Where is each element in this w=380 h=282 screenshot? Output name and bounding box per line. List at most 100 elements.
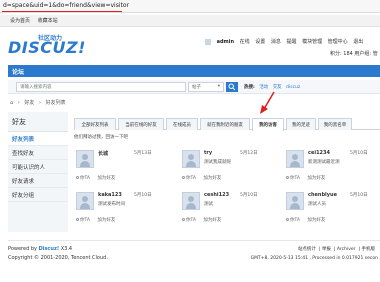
bookmark-link[interactable]: 收藏本站 <box>38 18 58 24</box>
online-status[interactable]: 在线 <box>240 39 250 45</box>
add-friend-button[interactable]: 加为好友 <box>97 176 115 181</box>
visitor-card: 长城 5月13日 你TA 加为好友 <box>74 148 174 184</box>
module-manage-link[interactable]: 模块管理 <box>302 39 322 45</box>
avatar[interactable] <box>286 150 304 168</box>
tab-my-footprints[interactable]: 我的足迹 <box>286 118 316 130</box>
visit-date: 5月10日 <box>240 193 258 198</box>
card-actions: 你TA 加为好友 <box>286 217 331 223</box>
visitor-name[interactable]: chenblyue <box>308 192 337 198</box>
main-content: 全部好友列表 当前在线的好友 在线成员 就在我附近的朋友 我的访客 我的足迹 我… <box>70 112 380 232</box>
visitor-note: 测试人员 <box>308 202 326 207</box>
avatar[interactable] <box>205 38 211 45</box>
avatar[interactable] <box>76 192 94 210</box>
sidebar: 好友 好友列表 查找好友 可能认识的人 好友请求 好友分组 <box>8 112 68 232</box>
tab-all-friends[interactable]: 全部好友列表 <box>74 118 116 130</box>
nav-item-forum[interactable]: 论坛 <box>12 67 24 76</box>
product-link[interactable]: Discuz! <box>39 246 60 252</box>
poke-button[interactable]: 你TA <box>76 176 90 181</box>
breadcrumb-separator: › <box>38 100 41 106</box>
sidebar-item-friend-requests[interactable]: 好友请求 <box>8 174 68 188</box>
sidebar-item-friend-groups[interactable]: 好友分组 <box>8 188 68 202</box>
visitor-note: 测试发布时间 <box>98 202 125 207</box>
site-logo[interactable]: DISCUZ! 社区动力 <box>8 32 108 57</box>
credits-link[interactable]: 积分: 184 <box>330 51 353 57</box>
add-friend-button[interactable]: 加为好友 <box>203 218 221 223</box>
avatar[interactable] <box>182 150 200 168</box>
tab-online-members[interactable]: 在线成员 <box>166 118 198 130</box>
messages-link[interactable]: 消息 <box>271 39 281 45</box>
avatar[interactable] <box>76 150 94 168</box>
visitor-card: try 5月12日 测试我成就呢 你TA 加为好友 <box>180 148 280 184</box>
search-bar: 帖子 ▾ 热搜: 活动 交友 discuz <box>8 80 380 94</box>
tab-nearby-friends[interactable]: 就在我附近的朋友 <box>200 118 250 130</box>
add-friend-button[interactable]: 加为好友 <box>203 176 221 181</box>
footer-link-report[interactable]: 举报 <box>322 247 331 252</box>
settings-link[interactable]: 设置 <box>255 39 265 45</box>
search-input[interactable] <box>16 82 186 92</box>
card-actions: 你TA 加为好友 <box>76 217 121 223</box>
visit-date: 5月13日 <box>134 151 152 156</box>
footer-link-mobile[interactable]: 手机版 <box>362 247 376 252</box>
url-text: d=space&uid=1&do=friend&view=visitor <box>3 2 129 9</box>
add-friend-button[interactable]: 加为好友 <box>307 176 325 181</box>
footer-left: Powered by Discuz! X3.4 Copyright © 2001… <box>8 245 108 263</box>
poke-button[interactable]: 你TA <box>182 218 196 223</box>
poke-button[interactable]: 你TA <box>286 218 300 223</box>
hot-term-link[interactable]: discuz <box>286 85 300 90</box>
visitor-name[interactable]: try <box>204 150 212 156</box>
visit-date: 5月10日 <box>350 193 368 198</box>
sidebar-item-friend-list[interactable]: 好友列表 <box>8 132 68 146</box>
visitor-name[interactable]: cei1234 <box>308 150 330 156</box>
tab-my-blacklist[interactable]: 我的黑名单 <box>318 118 352 130</box>
user-toolbar: admin 在线 设置 消息 提醒 模块管理 管理中心 退出 <box>205 38 380 45</box>
username-link[interactable]: admin <box>217 39 234 45</box>
poke-button[interactable]: 你TA <box>76 218 90 223</box>
visitor-card: cei1234 5月10日 新测测试最近测 你TA 加为好友 <box>284 148 380 184</box>
footer-divider <box>8 240 380 241</box>
breadcrumb-item-friend-list[interactable]: 好友列表 <box>46 100 66 106</box>
gmt-info: GMT+8, 2020-5-13 15:41 , Processed in 0.… <box>250 256 378 261</box>
visitors-subtitle: 他们拜访过我，回访一下吧 <box>74 135 128 140</box>
visitor-note: 测试我成就呢 <box>204 160 231 165</box>
admin-center-link[interactable]: 管理中心 <box>328 39 348 45</box>
visit-date: 5月12日 <box>240 151 258 156</box>
avatar[interactable] <box>286 192 304 210</box>
search-type-select[interactable]: 帖子 ▾ <box>188 82 224 92</box>
footer-right: 站点统计 | 举报 | Archiver | 手机版 GMT+8, 2020-5-13… <box>250 245 378 263</box>
tab-my-visitors[interactable]: 我的访客 <box>252 118 284 131</box>
notifications-link[interactable]: 提醒 <box>286 39 296 45</box>
add-friend-button[interactable]: 加为好友 <box>97 218 115 223</box>
visitor-note: 新测测试最近测 <box>308 160 340 165</box>
search-button[interactable] <box>226 82 238 92</box>
avatar[interactable] <box>182 192 200 210</box>
main-nav: 论坛 <box>8 65 380 77</box>
red-arrow-annotation <box>260 91 275 114</box>
logout-link[interactable]: 退出 <box>353 39 363 45</box>
poke-icon <box>286 176 289 179</box>
poke-icon <box>182 176 185 179</box>
breadcrumb-separator: › <box>17 100 20 106</box>
copyright: Copyright © 2001-2020, Tencent Cloud. <box>8 255 108 261</box>
visitor-name[interactable]: ceshi123 <box>204 192 229 198</box>
usergroup-link[interactable]: 用户组: 管 <box>354 51 377 57</box>
home-icon[interactable]: ⌂ <box>10 100 13 106</box>
footer-link-archiver[interactable]: Archiver <box>337 247 356 252</box>
visitor-name[interactable]: 长城 <box>98 150 108 157</box>
visitor-card: kaka123 5月10日 测试发布时间 你TA 加为好友 <box>74 190 174 226</box>
visitor-name[interactable]: kaka123 <box>98 192 122 198</box>
visitor-card: chenblyue 5月10日 测试人员 你TA 加为好友 <box>284 190 380 226</box>
visit-date: 5月10日 <box>134 193 152 198</box>
card-actions: 你TA 加为好友 <box>286 175 331 181</box>
poke-button[interactable]: 你TA <box>182 176 196 181</box>
add-friend-button[interactable]: 加为好友 <box>307 218 325 223</box>
card-actions: 你TA 加为好友 <box>76 175 121 181</box>
footer-link-stats[interactable]: 站点统计 <box>298 247 316 252</box>
poke-button[interactable]: 你TA <box>286 176 300 181</box>
search-type-value: 帖子 <box>192 85 201 90</box>
tab-online-friends[interactable]: 当前在线的好友 <box>118 118 164 130</box>
set-homepage-link[interactable]: 设为首页 <box>10 18 30 24</box>
sidebar-item-people-you-may-know[interactable]: 可能认识的人 <box>8 160 68 174</box>
chevron-down-icon: ▾ <box>217 84 220 89</box>
sidebar-item-find-friends[interactable]: 查找好友 <box>8 146 68 160</box>
breadcrumb-item-friends[interactable]: 好友 <box>24 100 34 106</box>
